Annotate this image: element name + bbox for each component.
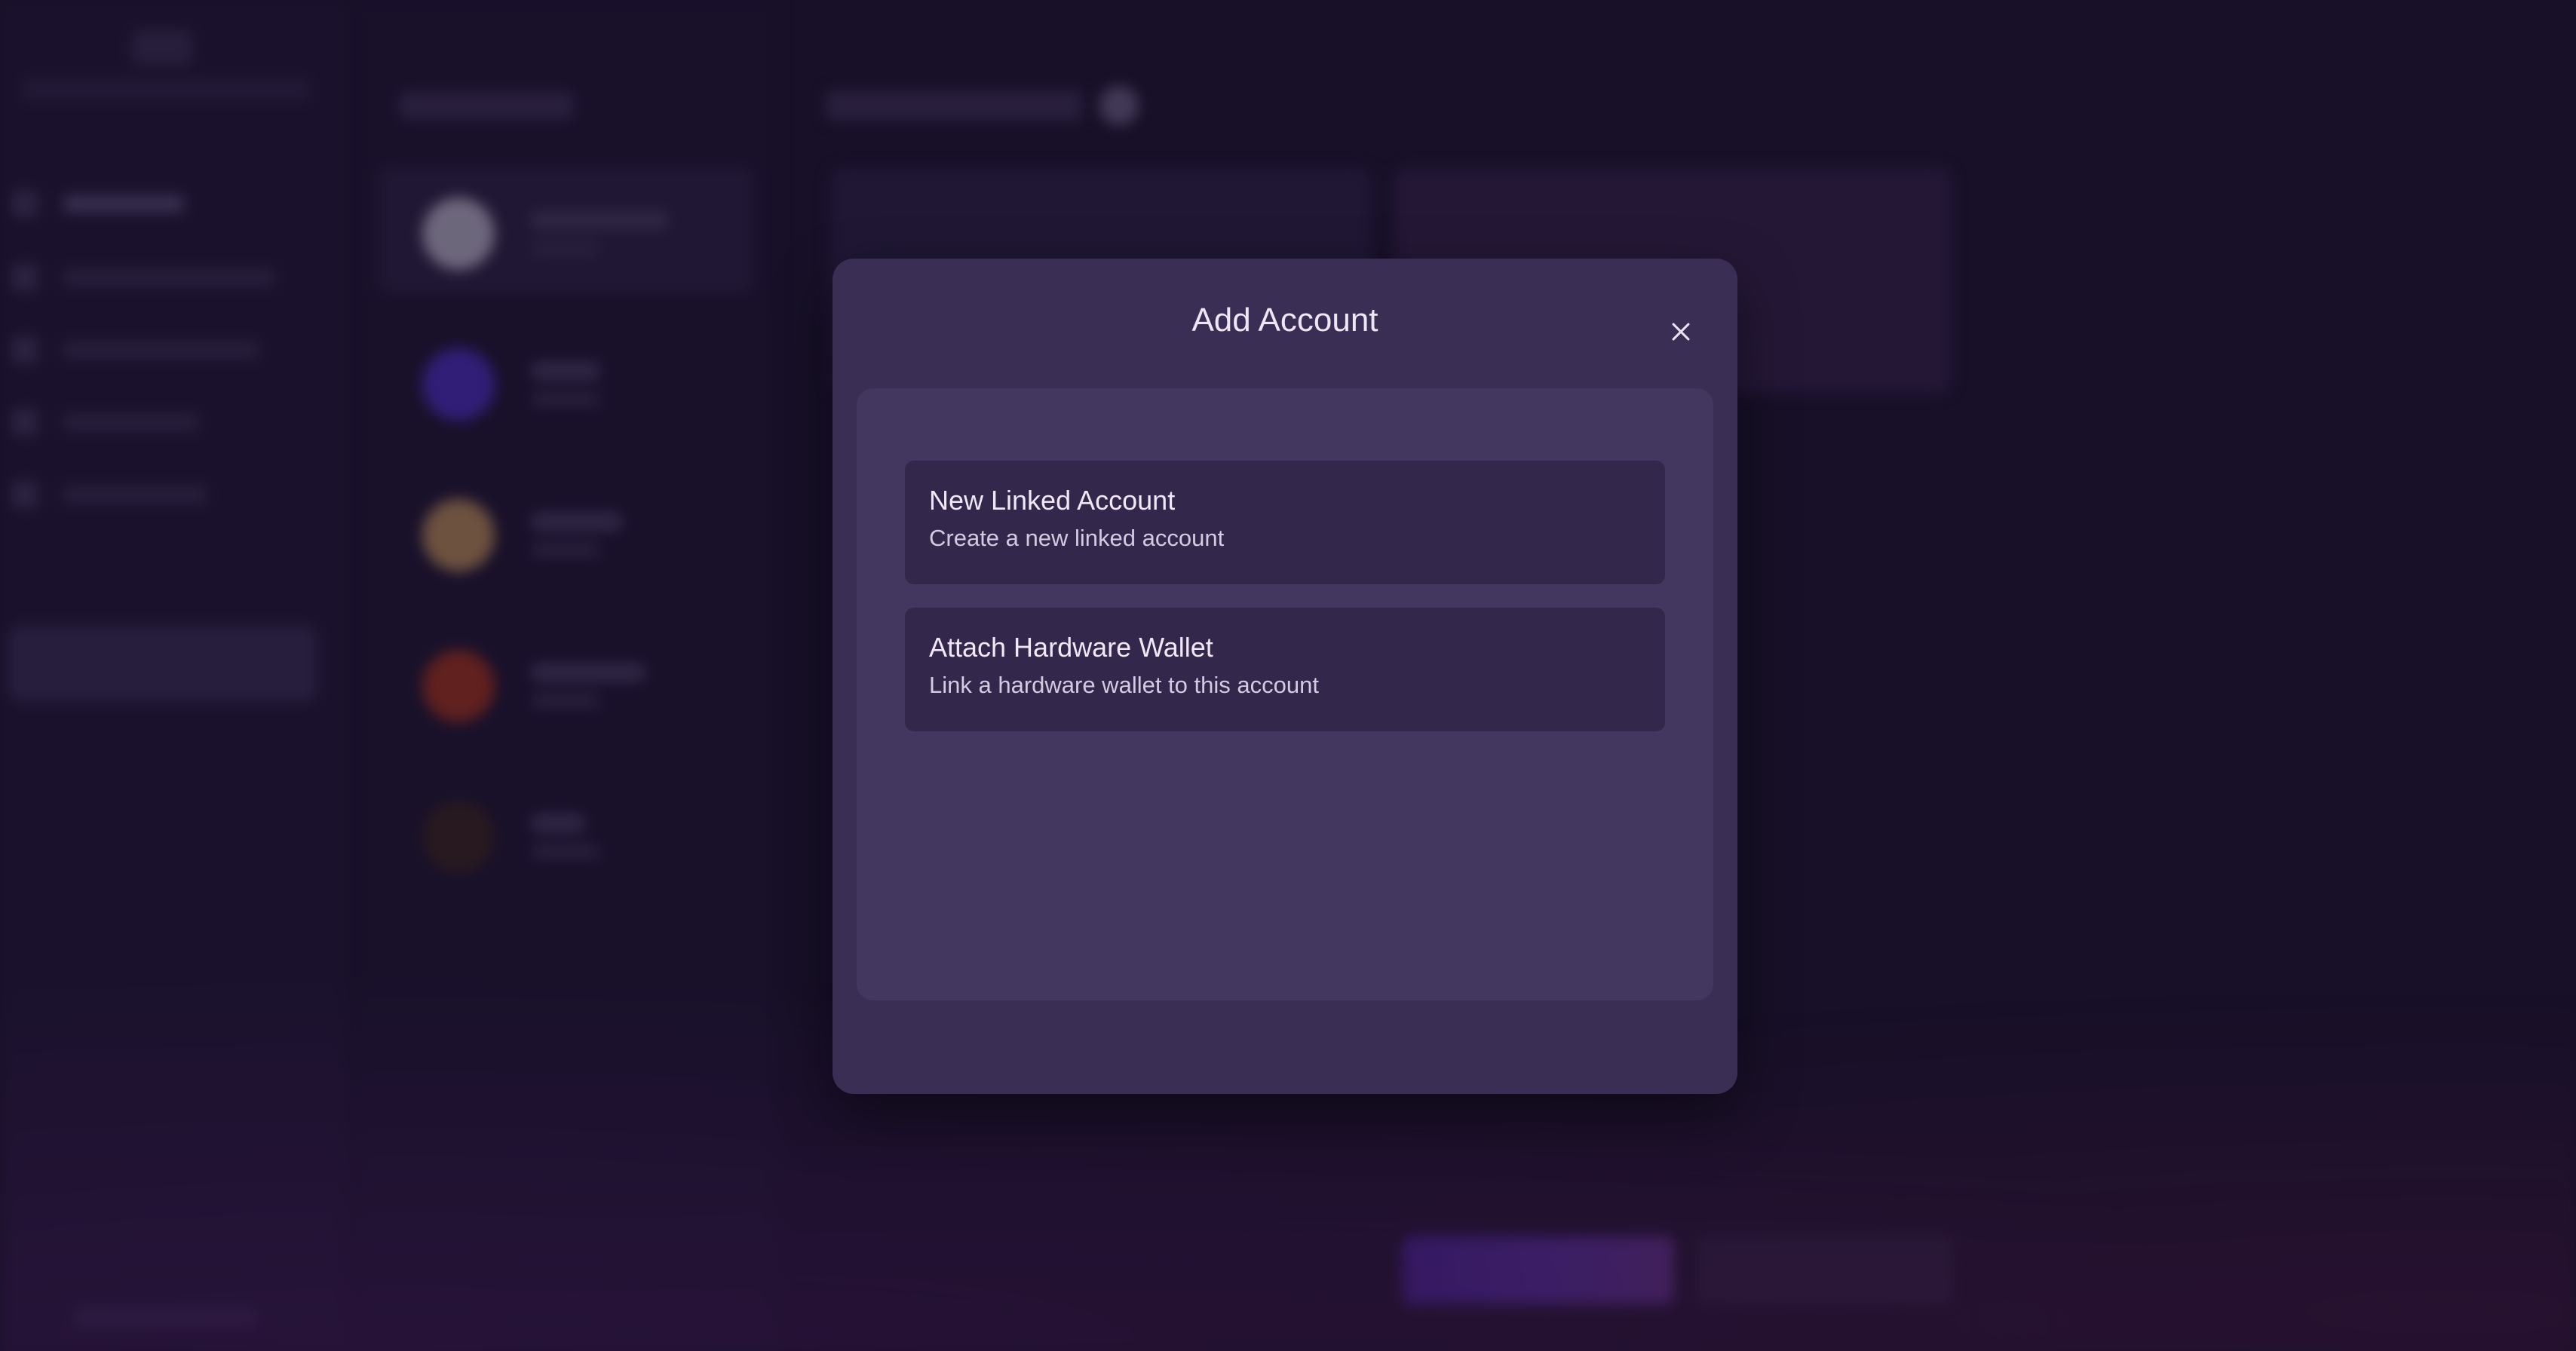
new-linked-account-option[interactable]: New Linked Account Create a new linked a…: [905, 461, 1665, 584]
option-subtitle: Create a new linked account: [929, 525, 1225, 551]
close-button[interactable]: [1662, 313, 1700, 351]
attach-hardware-wallet-option[interactable]: Attach Hardware Wallet Link a hardware w…: [905, 608, 1665, 731]
add-account-modal: Add Account New Linked Account Create a …: [833, 259, 1737, 1094]
option-title: Attach Hardware Wallet: [929, 632, 1213, 663]
option-subtitle: Link a hardware wallet to this account: [929, 672, 1319, 698]
modal-body: New Linked Account Create a new linked a…: [857, 388, 1713, 1000]
app-window: Add Account New Linked Account Create a …: [0, 0, 2576, 1351]
close-icon: [1672, 323, 1690, 341]
option-title: New Linked Account: [929, 485, 1176, 516]
modal-title: Add Account: [1191, 302, 1378, 339]
